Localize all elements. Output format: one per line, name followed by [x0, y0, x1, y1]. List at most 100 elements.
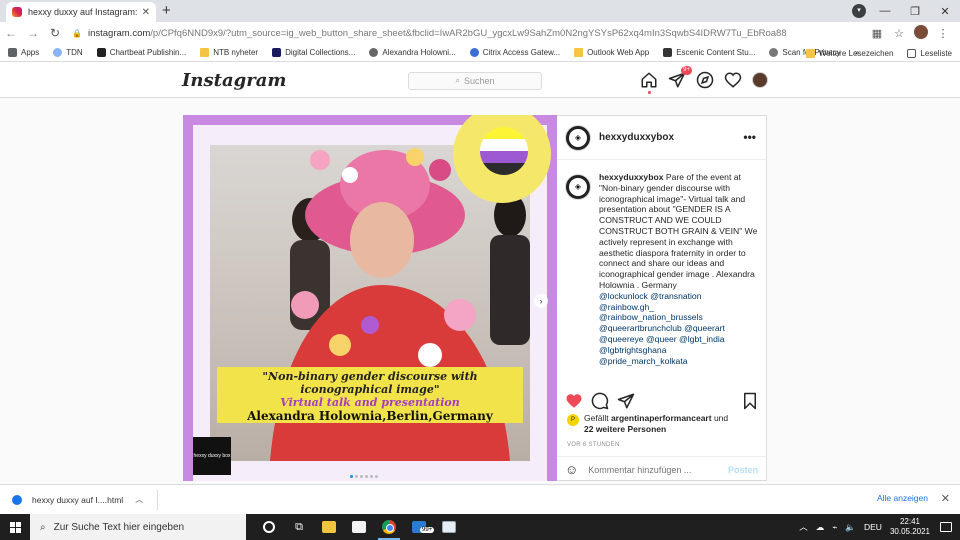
maximize-button[interactable]: ❐ [900, 5, 930, 18]
explore-compass-icon[interactable] [696, 71, 714, 89]
bookmark-tdn[interactable]: TDN [53, 48, 83, 57]
post-comment-button[interactable]: Posten [728, 465, 758, 475]
tag-link[interactable]: @rainbow_nation_brussels [599, 312, 759, 323]
more-options-icon[interactable]: ••• [743, 130, 756, 144]
volume-icon[interactable]: 🔈 [845, 522, 856, 533]
forward-button[interactable]: → [22, 26, 44, 40]
bookmark-star-icon[interactable]: ☆ [888, 27, 910, 40]
instagram-logo[interactable]: Instagram [182, 70, 286, 91]
folder-icon [574, 48, 584, 57]
bookmark-outlook[interactable]: Outlook Web App [574, 48, 649, 57]
save-bookmark-icon[interactable] [741, 392, 759, 410]
bookmark-ntb[interactable]: NTB nyheter [200, 48, 258, 57]
chevron-up-icon[interactable]: ︿ [135, 494, 143, 505]
instagram-nav: 9+ [640, 66, 768, 94]
carousel-dot [370, 475, 373, 478]
tag-link[interactable]: @lgbtrightsghana [599, 345, 759, 356]
search-input[interactable]: ⌕ Suchen [408, 72, 542, 90]
back-button[interactable]: ← [0, 26, 22, 40]
profile-avatar[interactable] [910, 24, 932, 42]
caption-area: ◈ hexxyduxxybox Pare of the event at "No… [565, 172, 759, 384]
bookmark-alexandra[interactable]: Alexandra Holowni... [369, 48, 456, 57]
share-icon[interactable] [617, 392, 635, 410]
file-explorer-icon[interactable] [314, 514, 344, 540]
network-icon[interactable]: ⌁ [832, 522, 837, 533]
minimize-button[interactable]: — [870, 5, 900, 17]
language-indicator[interactable]: DEU [864, 522, 882, 532]
notification-icon[interactable] [940, 522, 952, 532]
download-item[interactable]: hexxy duxxy auf I....html ︿ [12, 494, 143, 505]
author-avatar[interactable]: ◈ [565, 124, 591, 151]
menu-icon[interactable]: ⋮ [932, 27, 954, 40]
likes-user[interactable]: argentinaperformanceart [611, 413, 712, 423]
next-image-button[interactable]: › [534, 294, 548, 308]
task-view-icon[interactable]: ⧉ [284, 514, 314, 540]
bookmark-apps[interactable]: Apps [8, 48, 39, 57]
home-icon[interactable] [640, 71, 658, 94]
likes-prefix: Gefällt [584, 413, 609, 423]
bookmark-chartbeat[interactable]: Chartbeat Publishin... [96, 48, 186, 57]
url-host: instagram.com [87, 27, 151, 39]
windows-taskbar: ⌕ Zur Suche Text hier eingeben ⧉ 99+ ︿ ☁… [0, 514, 960, 540]
tag-link[interactable]: @lockunlock @transnation [599, 291, 759, 302]
new-tab-button[interactable]: + [162, 2, 171, 19]
escenic-icon [663, 48, 673, 57]
tag-link[interactable]: @rainbow.gh_ [599, 302, 759, 313]
nonbinary-flag-icon [480, 127, 528, 175]
url-field[interactable]: 🔒 instagram.com/p/CPfq6NND9x9/?utm_sourc… [72, 24, 866, 42]
direct-message-icon[interactable]: 9+ [668, 66, 692, 89]
cloud-icon[interactable]: ☁ [816, 522, 825, 533]
tag-link[interactable]: @queerartbrunchclub @queerart [599, 323, 759, 334]
caption-avatar[interactable]: ◈ [565, 174, 591, 200]
qr-code-icon[interactable]: ▦ [866, 27, 888, 40]
profile-avatar-icon[interactable] [752, 72, 768, 88]
post-timestamp[interactable]: VOR 6 STUNDEN [567, 442, 620, 448]
post-image[interactable]: "Non-binary gender discourse with iconog… [183, 115, 557, 481]
url-path: /p/CPfq6NND9x9/?utm_source=ig_web_button… [150, 27, 787, 39]
carousel-dot [375, 475, 378, 478]
tray-chevron-icon[interactable]: ︿ [799, 521, 808, 533]
image-caption-line1: "Non-binary gender discourse with iconog… [262, 370, 478, 396]
tag-link[interactable]: @queereye @queer @lgbt_india [599, 334, 759, 345]
bookmark-escenic[interactable]: Escenic Content Stu... [663, 48, 755, 57]
mail-badge: 99+ [420, 527, 435, 533]
emoji-icon[interactable]: ☺ [565, 462, 578, 477]
start-button[interactable] [0, 514, 30, 540]
bookmark-citrix[interactable]: Citrix Access Gatew... [469, 48, 560, 57]
activity-heart-icon[interactable] [724, 71, 742, 89]
close-window-button[interactable]: ✕ [930, 5, 960, 18]
taskbar-search[interactable]: ⌕ Zur Suche Text hier eingeben [30, 514, 246, 540]
clock[interactable]: 22:41 30.05.2021 [890, 517, 930, 537]
caption-body: Pare of the event at "Non-binary gender … [599, 172, 758, 290]
download-filename: hexxy duxxy auf I....html [32, 494, 124, 505]
tag-link[interactable]: @pride_march_kolkata [599, 356, 759, 367]
comment-icon[interactable] [591, 392, 609, 410]
reading-list[interactable]: Leseliste [907, 48, 952, 58]
caption-username[interactable]: hexxyduxxybox [599, 172, 663, 182]
like-heart-icon[interactable] [565, 392, 583, 410]
cortana-icon[interactable] [254, 514, 284, 540]
mail-icon[interactable]: 99+ [404, 514, 435, 540]
close-tab-icon[interactable]: ✕ [142, 7, 150, 18]
show-all-downloads[interactable]: Alle anzeigen [877, 493, 928, 503]
likes-others[interactable]: 22 weitere Personen [584, 424, 666, 434]
chrome-icon [382, 520, 396, 534]
close-downloads-icon[interactable]: ✕ [941, 492, 950, 505]
chrome-taskbar-icon[interactable] [374, 514, 404, 540]
reload-button[interactable]: ↻ [44, 26, 66, 40]
carousel-dots [350, 475, 380, 478]
apps-grid-icon [8, 48, 17, 57]
globe-icon [769, 48, 779, 57]
app-icon[interactable] [434, 514, 464, 540]
author-username[interactable]: hexxyduxxybox [599, 132, 674, 143]
bookmark-digital-collections[interactable]: Digital Collections... [272, 48, 355, 57]
bookmark-more-folder[interactable]: Weitere Lesezeichen [805, 48, 893, 58]
edge-file-icon [12, 494, 22, 505]
image-caption-line3: Alexandra Holownia,Berlin,Germany [247, 409, 493, 423]
comment-input[interactable] [588, 464, 728, 475]
store-icon[interactable] [344, 514, 374, 540]
tab-search-icon[interactable]: ▾ [852, 4, 866, 18]
tab-title: hexxy duxxy auf Instagram: „Pare [28, 7, 138, 17]
liker-avatar[interactable]: P [567, 414, 579, 426]
browser-tab[interactable]: hexxy duxxy auf Instagram: „Pare ✕ [6, 2, 156, 22]
